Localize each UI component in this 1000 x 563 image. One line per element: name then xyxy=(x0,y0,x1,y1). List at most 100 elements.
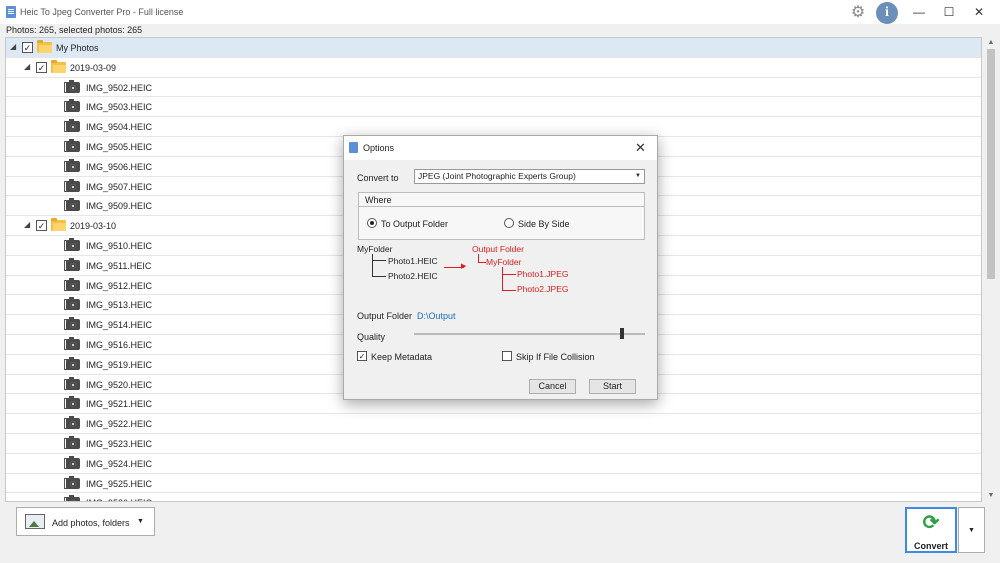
tree-root-row[interactable]: ◢ ✓ My Photos xyxy=(6,38,981,58)
diagram-out-photo1: Photo1.JPEG xyxy=(517,269,569,279)
row-checkbox[interactable]: ✓ xyxy=(36,220,47,232)
scroll-up-icon[interactable]: ▲ xyxy=(984,37,998,49)
row-label: IMG_9512.HEIC xyxy=(86,280,153,291)
camera-icon xyxy=(66,455,80,469)
where-heading: Where xyxy=(359,193,644,207)
vertical-scrollbar[interactable]: ▲ ▼ xyxy=(984,37,998,502)
diagram-line xyxy=(502,274,516,275)
add-photos-button[interactable]: Add photos, folders ▼ xyxy=(16,507,155,536)
side-by-side-label[interactable]: Side By Side xyxy=(518,219,570,229)
row-label: IMG_9523.HEIC xyxy=(86,439,153,449)
row-label: IMG_9521.HEIC xyxy=(86,399,153,410)
row-checkbox[interactable]: ✓ xyxy=(36,61,47,73)
output-folder-label: Output Folder xyxy=(357,311,413,321)
camera-icon xyxy=(66,139,80,152)
convert-dropdown-button[interactable]: ▼ xyxy=(958,507,985,553)
format-select[interactable]: JPEG (Joint Photographic Experts Group) … xyxy=(414,169,645,184)
camera-icon xyxy=(66,376,80,390)
row-label: IMG_9520.HEIC xyxy=(86,379,153,390)
file-row[interactable]: ✓IMG_9524.HEIC xyxy=(6,454,981,474)
row-label: IMG_9503.HEIC xyxy=(86,102,153,113)
row-label: IMG_9516.HEIC xyxy=(86,340,153,350)
row-label: IMG_9509.HEIC xyxy=(86,201,153,212)
maximize-button[interactable]: ☐ xyxy=(933,0,965,24)
camera-icon xyxy=(66,99,80,113)
row-label: IMG_9514.HEIC xyxy=(86,320,153,331)
camera-icon xyxy=(66,257,80,271)
dialog-close-icon[interactable]: ✕ xyxy=(635,140,646,156)
scroll-down-icon[interactable]: ▼ xyxy=(984,490,998,502)
row-label: IMG_9511.HEIC xyxy=(86,260,152,271)
row-label: IMG_9526.HEIC xyxy=(86,498,152,501)
window-title: Heic To Jpeg Converter Pro - Full licens… xyxy=(20,7,184,17)
camera-icon xyxy=(66,158,80,172)
root-label: My Photos xyxy=(56,43,99,53)
to-output-folder-label[interactable]: To Output Folder xyxy=(381,219,448,229)
skip-collision-checkbox[interactable] xyxy=(502,351,512,361)
quality-slider[interactable] xyxy=(414,333,645,335)
row-label: IMG_9506.HEIC xyxy=(86,161,153,172)
file-row[interactable]: ✓IMG_9526.HEIC xyxy=(6,493,981,501)
convert-label: Convert xyxy=(913,541,948,551)
row-label: IMG_9504.HEIC xyxy=(86,122,153,133)
refresh-icon: ⟳ xyxy=(922,512,940,534)
collapse-icon[interactable]: ◢ xyxy=(10,42,16,51)
to-output-folder-radio[interactable] xyxy=(367,218,377,228)
row-label: IMG_9519.HEIC xyxy=(86,359,153,370)
minimize-button[interactable]: — xyxy=(903,0,935,24)
format-select-value: JPEG (Joint Photographic Experts Group) xyxy=(418,171,576,181)
side-by-side-radio[interactable] xyxy=(504,218,514,228)
app-icon xyxy=(6,6,16,18)
camera-icon xyxy=(66,317,80,331)
close-button[interactable]: ✕ xyxy=(963,0,995,24)
row-label: IMG_9502.HEIC xyxy=(86,82,153,93)
select-arrow-icon: ▼ xyxy=(635,173,641,179)
title-bar: Heic To Jpeg Converter Pro - Full licens… xyxy=(0,0,1000,24)
diagram-line xyxy=(478,262,486,263)
diagram-out-myfolder: MyFolder xyxy=(486,257,522,267)
cancel-button[interactable]: Cancel xyxy=(529,379,576,394)
root-checkbox[interactable]: ✓ xyxy=(22,42,33,53)
convert-to-label: Convert to xyxy=(357,173,399,183)
start-button[interactable]: Start xyxy=(589,379,636,394)
camera-icon xyxy=(66,238,80,251)
camera-icon xyxy=(66,178,80,192)
info-icon[interactable]: i xyxy=(876,2,898,24)
row-label: IMG_9513.HEIC xyxy=(86,300,153,311)
row-label: IMG_9505.HEIC xyxy=(86,142,153,152)
settings-gear-icon[interactable]: ⚙ xyxy=(846,2,870,24)
collapse-icon[interactable]: ◢ xyxy=(24,220,30,229)
file-row[interactable]: ✓IMG_9522.HEIC xyxy=(6,414,981,434)
quality-slider-thumb[interactable] xyxy=(619,328,624,339)
row-label: 2019-03-09 xyxy=(70,62,117,73)
camera-icon xyxy=(66,356,80,370)
file-row[interactable]: ✓IMG_9503.HEIC xyxy=(6,97,981,118)
collapse-icon[interactable]: ◢ xyxy=(24,62,30,71)
row-label: IMG_9507.HEIC xyxy=(86,181,153,192)
file-row[interactable]: ✓IMG_9502.HEIC xyxy=(6,78,981,98)
folder-row[interactable]: ◢ ✓ 2019-03-09 xyxy=(6,58,981,78)
folder-icon xyxy=(51,59,66,73)
diagram-arrow-head: ▶ xyxy=(461,263,467,270)
scrollbar-thumb[interactable] xyxy=(987,49,995,279)
camera-icon xyxy=(66,475,80,489)
camera-icon xyxy=(66,119,80,133)
convert-button[interactable]: ⟳ Convert xyxy=(905,507,957,553)
diagram-line xyxy=(372,276,386,277)
file-row[interactable]: ✓IMG_9504.HEIC xyxy=(6,117,981,137)
skip-collision-label[interactable]: Skip If File Collision xyxy=(516,352,595,362)
file-row[interactable]: ✓IMG_9523.HEIC xyxy=(6,434,981,454)
row-label: IMG_9524.HEIC xyxy=(86,458,153,469)
camera-icon xyxy=(66,495,80,501)
file-row[interactable]: ✓IMG_9525.HEIC xyxy=(6,474,981,494)
diagram-line xyxy=(502,267,503,290)
status-text: Photos: 265, selected photos: 265 xyxy=(6,25,143,35)
diagram-out-folder: Output Folder xyxy=(472,244,524,254)
output-folder-link[interactable]: D:\Output xyxy=(417,311,456,321)
keep-metadata-label[interactable]: Keep Metadata xyxy=(371,352,432,362)
dropdown-arrow-icon[interactable]: ▼ xyxy=(137,518,144,525)
keep-metadata-checkbox[interactable]: ✓ xyxy=(357,351,367,361)
row-label: IMG_9525.HEIC xyxy=(86,478,153,489)
folder-icon xyxy=(37,40,52,53)
diagram-src-photo2: Photo2.HEIC xyxy=(388,271,438,281)
